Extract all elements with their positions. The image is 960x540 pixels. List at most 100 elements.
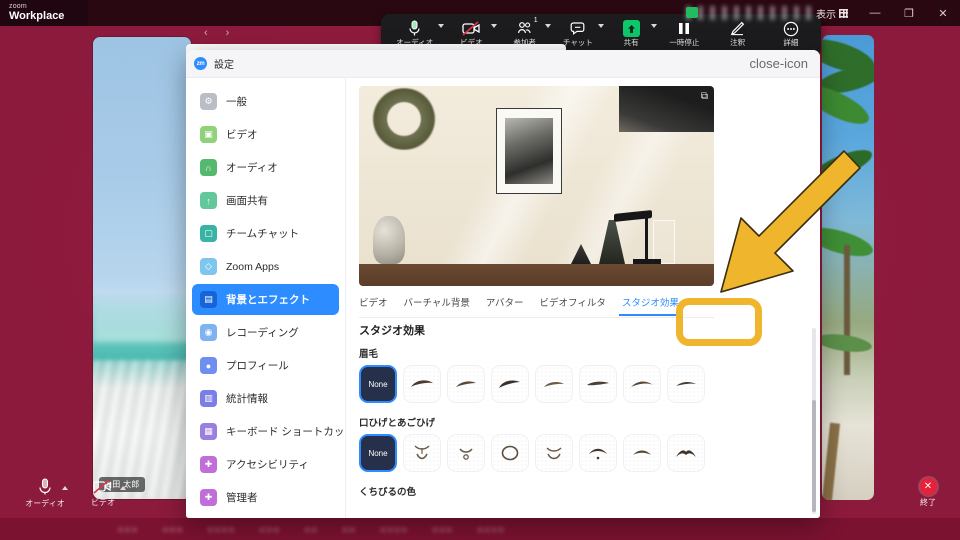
sidebar-item-admin[interactable]: ✚ 管理者 [192, 482, 339, 513]
arrow-down-left-icon [720, 150, 861, 293]
record-icon: ◉ [200, 324, 217, 341]
taskbar-blurred-items: ● ● ● ● ● ● ● ● ● ● ● ● ● ● ● ● ● ● ● ● ● ● ● ●… [118, 524, 504, 534]
section-title: スタジオ効果 [359, 325, 425, 337]
toolbar-item-share[interactable]: 共有 [614, 18, 658, 47]
close-button[interactable]: ✕ [926, 7, 960, 20]
chevron-down-icon[interactable] [597, 24, 604, 28]
sidebar-item-background-and-effects[interactable]: ▤ 背景とエフェクト [192, 284, 339, 315]
sidebar-label: 統計情報 [226, 393, 268, 405]
toolbar-more-group[interactable]: 詳細 [774, 18, 808, 47]
beard-option-4[interactable] [535, 434, 573, 472]
popout-icon[interactable]: ⧉ [701, 91, 708, 102]
accessibility-icon: ✚ [200, 456, 217, 473]
sidebar-item-accessibility[interactable]: ✚ アクセシビリティ [192, 449, 339, 480]
pen-icon [730, 19, 745, 38]
beard-option-3[interactable] [491, 434, 529, 472]
sidebar-item-statistics[interactable]: ▥ 統計情報 [192, 383, 339, 414]
preview-dark-corner [619, 86, 714, 132]
window-controls: 表示 — ❐ ✕ [806, 0, 960, 26]
sidebar-item-zoom-apps[interactable]: ◇ Zoom Apps [192, 251, 339, 282]
beard-swatch-row: None None [359, 434, 719, 472]
beard-option-6[interactable] [623, 434, 661, 472]
studio-effects-content: スタジオ効果 眉毛 None 口ひげとあごひげ None くちびるの色 [359, 322, 719, 503]
beard-option-2[interactable] [447, 434, 485, 472]
grid-icon [839, 8, 848, 18]
toolbar-label-more: 詳細 [783, 38, 799, 47]
settings-title-bar: zm 設定 close-icon [186, 50, 820, 78]
back-arrow-icon[interactable]: ‹ [204, 27, 208, 39]
eyebrow-option-1[interactable] [403, 365, 441, 403]
minimize-button[interactable]: — [858, 7, 892, 19]
forward-arrow-icon[interactable]: › [226, 27, 230, 39]
beard-option-1[interactable] [403, 434, 441, 472]
eyebrow-option-5[interactable] [579, 365, 617, 403]
screen-share-icon: ↑ [200, 192, 217, 209]
sidebar-label: レコーディング [226, 327, 299, 339]
settings-sidebar: ⚙ 一般 ▣ ビデオ ∩ オーディオ ↑ 画面共有 ▢ チームチャット ◇ Zo… [186, 78, 346, 518]
eyebrow-option-3[interactable] [491, 365, 529, 403]
more-icon [783, 19, 799, 38]
none-label: None [368, 379, 388, 389]
blurred-taskbar: ● ● ● ● ● ● ● ● ● ● ● ● ● ● ● ● ● ● ● ● ● ● ● ●… [0, 518, 960, 540]
close-icon[interactable]: close-icon [745, 56, 812, 71]
preview-picture-frame [496, 108, 562, 194]
sidebar-item-recording[interactable]: ◉ レコーディング [192, 317, 339, 348]
view-label: 表示 [816, 9, 836, 21]
zoom-workplace-logo: zoom Workplace [0, 0, 88, 26]
eyebrow-option-7[interactable] [667, 365, 705, 403]
preview-glass-object [653, 220, 675, 264]
sidebar-item-screen-share[interactable]: ↑ 画面共有 [192, 185, 339, 216]
toolbar-item-more[interactable]: 詳細 [774, 18, 808, 47]
beard-none-option[interactable]: None None [359, 434, 397, 472]
sidebar-label: ビデオ [226, 129, 258, 141]
tab-video-filter[interactable]: ビデオフィルタ [540, 295, 606, 315]
gear-icon: ⚙ [200, 93, 217, 110]
preview-photo [505, 118, 553, 184]
preview-sculpture [373, 216, 405, 264]
toolbar-item-pause[interactable]: 一時停止 [667, 18, 701, 47]
content-scrollbar[interactable] [812, 328, 816, 514]
preview-shelf [359, 264, 714, 286]
profile-icon: ● [200, 357, 217, 374]
eyebrow-option-2[interactable] [447, 365, 485, 403]
chevron-down-icon[interactable] [651, 24, 658, 28]
eyebrow-option-4[interactable] [535, 365, 573, 403]
tab-video[interactable]: ビデオ [359, 295, 388, 315]
sidebar-item-team-chat[interactable]: ▢ チームチャット [192, 218, 339, 249]
eyebrow-none-option[interactable]: None [359, 365, 397, 403]
preview-lamp-base [633, 259, 661, 264]
effects-tab-bar: ビデオ バーチャル背景 アバター ビデオフィルタ スタジオ効果 [359, 292, 714, 318]
toolbar-pause-group[interactable]: 一時停止 [667, 18, 701, 47]
view-button[interactable]: 表示 [806, 6, 858, 21]
toolbar-item-annotate[interactable]: 注釈 [721, 18, 755, 47]
tab-virtual-background[interactable]: バーチャル背景 [404, 295, 470, 315]
encryption-shield-icon [686, 7, 698, 18]
group-title-lip-color: くちびるの色 [359, 487, 417, 498]
maximize-button[interactable]: ❐ [892, 7, 926, 20]
keyboard-icon: ▦ [200, 423, 217, 440]
scrollbar-thumb[interactable] [812, 400, 816, 512]
beard-option-7[interactable] [667, 434, 705, 472]
participant-video-tile[interactable]: 山田 太郎 [93, 37, 191, 499]
participant-name-badge: 山田 太郎 [99, 477, 145, 492]
toolbar-label-pause: 一時停止 [669, 38, 700, 47]
toolbar-label-share: 共有 [623, 38, 639, 47]
tab-avatar[interactable]: アバター [486, 295, 524, 315]
sidebar-item-profile[interactable]: ● プロフィール [192, 350, 339, 381]
sidebar-item-video[interactable]: ▣ ビデオ [192, 119, 339, 150]
camera-preview[interactable]: ⧉ [359, 86, 714, 286]
tab-studio-effects[interactable]: スタジオ効果 [618, 295, 682, 316]
team-chat-icon: ▢ [200, 225, 217, 242]
statistics-icon: ▥ [200, 390, 217, 407]
toolbar-share-group[interactable]: 共有 [614, 18, 658, 47]
eyebrow-option-6[interactable] [623, 365, 661, 403]
beard-option-5[interactable] [579, 434, 617, 472]
ocean-horizon [93, 277, 191, 342]
sidebar-item-general[interactable]: ⚙ 一般 [192, 86, 339, 117]
preview-wreath [367, 88, 441, 150]
palm-trunk [822, 422, 841, 500]
brand-workplace-text: Workplace [9, 10, 65, 23]
sidebar-item-keyboard-shortcuts[interactable]: ▦ キーボード ショートカット [192, 416, 345, 447]
toolbar-annotate-group[interactable]: 注釈 [721, 18, 755, 47]
sidebar-item-audio[interactable]: ∩ オーディオ [192, 152, 339, 183]
